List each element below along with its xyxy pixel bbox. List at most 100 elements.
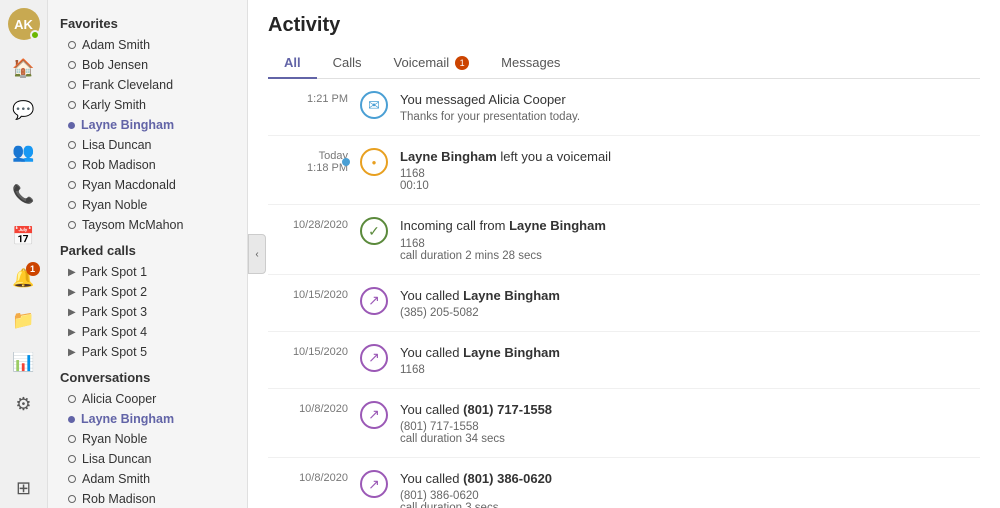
sidebar-conv-rob[interactable]: Rob Madison (48, 489, 247, 508)
main-header: Activity All Calls Voicemail 1 Messages (248, 0, 1000, 79)
feed-main-text: You called Layne Bingham (400, 287, 980, 305)
voicemail-badge: 1 (455, 56, 469, 70)
sidebar-item-taysom[interactable]: Taysom McMahon (48, 215, 247, 235)
activity-badge: 1 (26, 262, 40, 276)
feed-main-text: Incoming call from Layne Bingham (400, 217, 980, 235)
nav-meetings[interactable]: 📅 (4, 216, 44, 256)
feed-main-text: You called (801) 386-0620 (400, 470, 980, 488)
feed-main-text: You messaged Alicia Cooper (400, 91, 980, 109)
sidebar-item-rob-madison[interactable]: Rob Madison (48, 155, 247, 175)
sidebar-item-park-2[interactable]: ▶ Park Spot 2 (48, 282, 247, 302)
park-icon: ▶ (68, 307, 76, 318)
feed-sub-text: (801) 386-0620call duration 3 secs (400, 490, 980, 508)
feed-content: You messaged Alicia Cooper Thanks for yo… (400, 91, 980, 123)
feed-icon-incoming: ✓ (360, 217, 388, 245)
feed-main-text: You called Layne Bingham (400, 344, 980, 362)
presence-icon (68, 41, 76, 49)
park-icon: ▶ (68, 287, 76, 298)
presence-icon (68, 201, 76, 209)
feed-time: 10/8/2020 (268, 470, 348, 484)
nav-settings[interactable]: ⚙ (4, 384, 44, 424)
sidebar-conv-lisa[interactable]: Lisa Duncan (48, 449, 247, 469)
apps-icon[interactable]: ⊞ (4, 468, 44, 508)
presence-icon (68, 435, 76, 443)
nav-teams[interactable]: 👥 (4, 132, 44, 172)
sidebar-item-bob-jensen[interactable]: Bob Jensen (48, 55, 247, 75)
feed-item[interactable]: 10/8/2020 ↗ You called (801) 386-0620 (8… (268, 458, 980, 508)
sidebar-item-park-3[interactable]: ▶ Park Spot 3 (48, 302, 247, 322)
nav-home[interactable]: 🏠 (4, 48, 44, 88)
feed-time: 10/28/2020 (268, 217, 348, 231)
feed-icon-voicemail: ● (360, 148, 388, 176)
presence-icon (68, 181, 76, 189)
park-icon: ▶ (68, 267, 76, 278)
presence-icon (68, 395, 76, 403)
presence-icon (68, 101, 76, 109)
sidebar-item-adam-smith[interactable]: Adam Smith (48, 35, 247, 55)
parked-calls-title: Parked calls (48, 235, 247, 262)
tab-messages[interactable]: Messages (485, 47, 576, 78)
feed-item[interactable]: Today 1:18 PM ● Layne Bingham left you a… (268, 136, 980, 205)
conversations-title: Conversations (48, 362, 247, 389)
presence-icon (68, 221, 76, 229)
tab-bar: All Calls Voicemail 1 Messages (268, 47, 980, 79)
feed-main-text: You called (801) 717-1558 (400, 401, 980, 419)
feed-content: Layne Bingham left you a voicemail 11680… (400, 148, 980, 192)
feed-sub-text: 116800:10 (400, 168, 980, 192)
nav-files[interactable]: 📁 (4, 300, 44, 340)
nav-calls[interactable]: 📞 (4, 174, 44, 214)
sidebar-item-ryan-noble[interactable]: Ryan Noble (48, 195, 247, 215)
sidebar-conv-layne[interactable]: Layne Bingham (48, 409, 247, 429)
park-icon: ▶ (68, 347, 76, 358)
feed-item[interactable]: 10/8/2020 ↗ You called (801) 717-1558 (8… (268, 389, 980, 458)
sidebar-item-park-4[interactable]: ▶ Park Spot 4 (48, 322, 247, 342)
activity-feed: 1:21 PM ✉ You messaged Alicia Cooper Tha… (248, 79, 1000, 508)
sidebar-collapse-button[interactable]: ‹ (248, 234, 266, 274)
park-icon: ▶ (68, 327, 76, 338)
sidebar-item-frank-cleveland[interactable]: Frank Cleveland (48, 75, 247, 95)
sidebar-item-park-5[interactable]: ▶ Park Spot 5 (48, 342, 247, 362)
presence-icon (68, 495, 76, 503)
nav-activity[interactable]: 🔔 1 (4, 258, 44, 298)
feed-icon-outgoing: ↗ (360, 344, 388, 372)
sidebar-conv-adam[interactable]: Adam Smith (48, 469, 247, 489)
sidebar-conv-alicia[interactable]: Alicia Cooper (48, 389, 247, 409)
feed-item[interactable]: 10/15/2020 ↗ You called Layne Bingham (3… (268, 275, 980, 332)
sidebar: Favorites Adam Smith Bob Jensen Frank Cl… (48, 0, 248, 508)
sidebar-item-layne-bingham[interactable]: Layne Bingham (48, 115, 247, 135)
online-status-dot (30, 30, 40, 40)
tab-calls[interactable]: Calls (317, 47, 378, 78)
feed-time: 10/15/2020 (268, 344, 348, 358)
feed-content: Incoming call from Layne Bingham 1168cal… (400, 217, 980, 261)
active-dot (68, 416, 75, 423)
feed-item[interactable]: 10/15/2020 ↗ You called Layne Bingham 11… (268, 332, 980, 389)
main-content: Activity All Calls Voicemail 1 Messages … (248, 0, 1000, 508)
feed-sub-text: (385) 205-5082 (400, 307, 980, 319)
favorites-title: Favorites (48, 8, 247, 35)
feed-sub-text: 1168 (400, 364, 980, 376)
sidebar-item-karly-smith[interactable]: Karly Smith (48, 95, 247, 115)
feed-time: 1:21 PM (268, 91, 348, 105)
feed-time: 10/15/2020 (268, 287, 348, 301)
page-title: Activity (268, 14, 980, 37)
feed-content: You called Layne Bingham 1168 (400, 344, 980, 376)
sidebar-item-lisa-duncan[interactable]: Lisa Duncan (48, 135, 247, 155)
feed-time: Today 1:18 PM (268, 148, 348, 174)
avatar[interactable]: AK (8, 8, 40, 40)
sidebar-item-ryan-macdonald[interactable]: Ryan Macdonald (48, 175, 247, 195)
feed-icon-outgoing: ↗ (360, 401, 388, 429)
left-nav: AK 🏠 💬 👥 📞 📅 🔔 1 📁 📊 ⚙ ⊞ (0, 0, 48, 508)
tab-voicemail[interactable]: Voicemail 1 (378, 47, 486, 78)
feed-sub-text: (801) 717-1558call duration 34 secs (400, 421, 980, 445)
feed-icon-message: ✉ (360, 91, 388, 119)
nav-analytics[interactable]: 📊 (4, 342, 44, 382)
sidebar-conv-ryan[interactable]: Ryan Noble (48, 429, 247, 449)
feed-content: You called (801) 386-0620 (801) 386-0620… (400, 470, 980, 508)
nav-chat[interactable]: 💬 (4, 90, 44, 130)
sidebar-item-park-1[interactable]: ▶ Park Spot 1 (48, 262, 247, 282)
tab-all[interactable]: All (268, 47, 317, 78)
feed-item[interactable]: 10/28/2020 ✓ Incoming call from Layne Bi… (268, 205, 980, 274)
feed-item[interactable]: 1:21 PM ✉ You messaged Alicia Cooper Tha… (268, 79, 980, 136)
feed-sub-text: Thanks for your presentation today. (400, 111, 980, 123)
feed-sub-text: 1168call duration 2 mins 28 secs (400, 238, 980, 262)
